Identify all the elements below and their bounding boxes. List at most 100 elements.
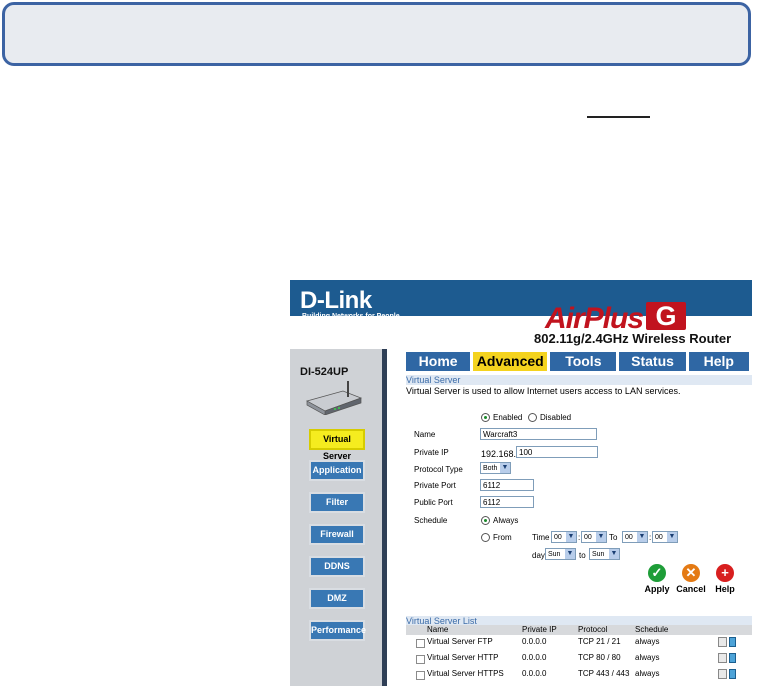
cancel-button[interactable]: ✕ Cancel — [676, 564, 706, 594]
model-line: 802.11g/2.4GHz Wireless Router — [534, 331, 732, 346]
name-input[interactable]: Warcraft3 — [480, 428, 597, 440]
disabled-radio[interactable] — [528, 413, 537, 422]
nav-filter[interactable]: Filter — [309, 492, 365, 513]
start-hour-value: 00 — [554, 534, 562, 541]
public-port-label: Public Port — [414, 498, 453, 507]
chevron-down-icon: ▼ — [500, 463, 510, 473]
start-day-select[interactable]: Sun ▼ — [545, 548, 576, 560]
chevron-down-icon: ▼ — [609, 549, 619, 559]
tab-home[interactable]: Home — [406, 352, 471, 371]
tab-bar: Home Advanced Tools Status Help — [406, 352, 752, 371]
private-ip-input[interactable]: 100 — [516, 446, 598, 458]
end-minute-select[interactable]: 00 ▼ — [652, 531, 678, 543]
row-ip: 0.0.0.0 — [522, 653, 547, 662]
dlink-logo: D-Link — [300, 287, 372, 314]
row-protocol: TCP 21 / 21 — [578, 637, 621, 646]
chevron-down-icon: ▼ — [637, 532, 647, 542]
help-button[interactable]: + Help — [710, 564, 740, 594]
colon-sep: : — [578, 533, 581, 542]
cancel-icon: ✕ — [682, 564, 700, 582]
trash-icon[interactable] — [729, 637, 736, 647]
table-row[interactable]: Virtual Server HTTPS 0.0.0.0 TCP 443 / 4… — [406, 669, 752, 682]
check-icon: ✓ — [648, 564, 666, 582]
row-protocol: TCP 80 / 80 — [578, 653, 621, 662]
airplus-g-logo: G — [646, 302, 686, 330]
end-day-value: Sun — [592, 551, 605, 558]
enabled-label: Enabled — [493, 413, 523, 422]
router-device-icon — [306, 381, 362, 415]
trash-icon[interactable] — [729, 653, 736, 663]
nav-dmz[interactable]: DMZ — [309, 588, 365, 609]
protocol-select[interactable]: Both ▼ — [480, 462, 511, 474]
trash-icon[interactable] — [729, 669, 736, 679]
row-checkbox[interactable] — [416, 655, 425, 664]
dlink-tagline: Building Networks for People — [302, 313, 400, 320]
row-name: Virtual Server HTTP — [427, 653, 499, 662]
nav-application[interactable]: Application — [309, 460, 365, 481]
edit-icon[interactable] — [718, 669, 727, 679]
nav-virtual-server[interactable]: Virtual Server — [309, 429, 365, 461]
chevron-down-icon: ▼ — [565, 549, 575, 559]
cancel-label: Cancel — [676, 584, 706, 594]
protocol-value: Both — [483, 465, 498, 472]
help-label: Help — [715, 584, 735, 594]
row-schedule: always — [635, 637, 660, 646]
day-to-label: to — [579, 551, 586, 560]
chevron-down-icon: ▼ — [566, 532, 576, 542]
row-name: Virtual Server HTTPS — [427, 669, 504, 678]
schedule-label: Schedule — [414, 516, 448, 525]
end-hour-value: 00 — [625, 534, 633, 541]
apply-button[interactable]: ✓ Apply — [642, 564, 672, 594]
nav-performance[interactable]: Performance — [309, 620, 366, 641]
plus-icon: + — [716, 564, 734, 582]
header-protocol: Protocol — [578, 625, 608, 634]
row-schedule: always — [635, 669, 660, 678]
model-name: DI-524UP — [300, 366, 349, 378]
start-day-value: Sun — [548, 551, 561, 558]
main-content: Virtual Server Virtual Server is used to… — [406, 371, 752, 686]
header-name: Name — [427, 625, 449, 634]
row-schedule: always — [635, 653, 660, 662]
router-screenshot: D-Link Building Networks for People AirP… — [290, 280, 752, 686]
tab-advanced[interactable]: Advanced — [473, 352, 548, 371]
to-label: To — [609, 533, 618, 542]
apply-label: Apply — [644, 584, 670, 594]
start-hour-select[interactable]: 00 ▼ — [551, 531, 577, 543]
enabled-radio[interactable] — [481, 413, 490, 422]
edit-icon[interactable] — [718, 637, 727, 647]
row-name: Virtual Server FTP — [427, 637, 493, 646]
underline-mark — [587, 116, 650, 118]
end-day-select[interactable]: Sun ▼ — [589, 548, 620, 560]
table-row[interactable]: Virtual Server HTTP 0.0.0.0 TCP 80 / 80 … — [406, 653, 752, 666]
chevron-down-icon: ▼ — [667, 532, 677, 542]
start-minute-select[interactable]: 00 ▼ — [581, 531, 607, 543]
sidebar-divider — [382, 349, 387, 686]
public-port-input[interactable]: 6112 — [480, 496, 534, 508]
section-title: Virtual Server — [406, 375, 752, 385]
start-minute-value: 00 — [584, 534, 592, 541]
always-radio[interactable] — [481, 516, 490, 525]
row-checkbox[interactable] — [416, 639, 425, 648]
table-row[interactable]: Virtual Server FTP 0.0.0.0 TCP 21 / 21 a… — [406, 637, 752, 650]
nav-firewall[interactable]: Firewall — [309, 524, 365, 545]
nav-ddns[interactable]: DDNS — [309, 556, 365, 577]
edit-icon[interactable] — [718, 653, 727, 663]
private-port-input[interactable]: 6112 — [480, 479, 534, 491]
row-checkbox[interactable] — [416, 671, 425, 680]
tab-status[interactable]: Status — [619, 352, 686, 371]
end-hour-select[interactable]: 00 ▼ — [622, 531, 648, 543]
colon-sep-2: : — [649, 533, 652, 542]
always-label: Always — [493, 516, 519, 525]
header-schedule: Schedule — [635, 625, 669, 634]
header-private-ip: Private IP — [522, 625, 557, 634]
tab-tools[interactable]: Tools — [550, 352, 617, 371]
private-port-label: Private Port — [414, 481, 456, 490]
name-label: Name — [414, 430, 436, 439]
row-ip: 0.0.0.0 — [522, 637, 547, 646]
tab-help[interactable]: Help — [688, 352, 749, 371]
protocol-type-label: Protocol Type — [414, 465, 463, 474]
list-header: Name Private IP Protocol Schedule — [406, 625, 752, 635]
title-banner — [2, 2, 751, 66]
section-description: Virtual Server is used to allow Internet… — [406, 386, 681, 396]
from-radio[interactable] — [481, 533, 490, 542]
